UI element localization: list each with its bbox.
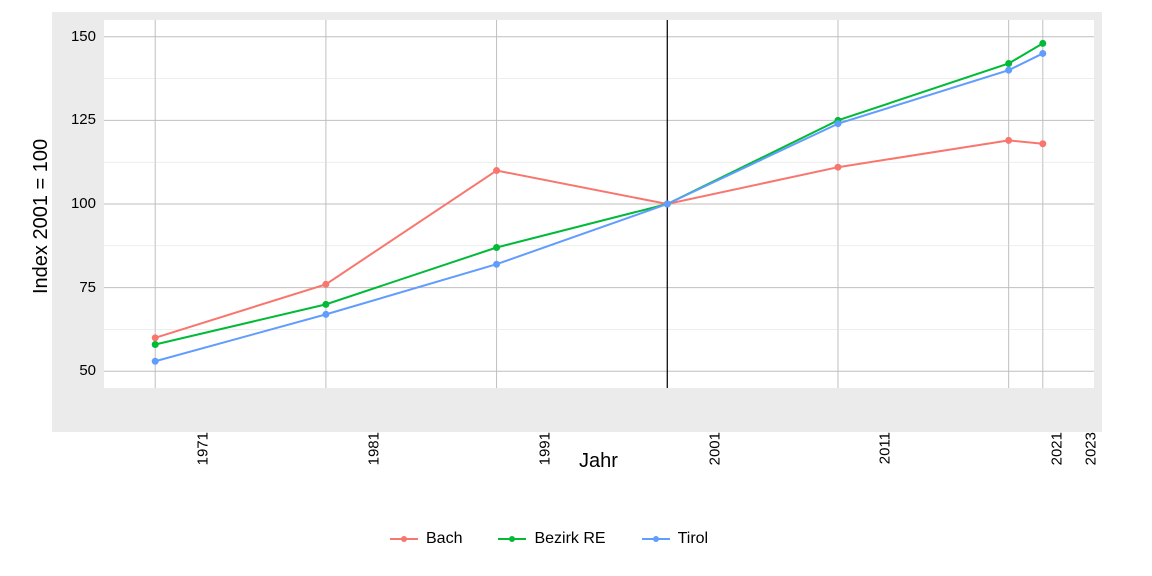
series-point — [664, 201, 670, 207]
series-point — [494, 261, 500, 267]
x-tick-label: 2001 — [707, 432, 724, 465]
series-point — [152, 335, 158, 341]
series-point — [152, 358, 158, 364]
series-point — [1006, 67, 1012, 73]
legend-swatch-icon — [390, 532, 418, 546]
series-point — [323, 311, 329, 317]
legend-swatch-icon — [642, 532, 670, 546]
series-point — [1040, 50, 1046, 56]
line-chart: Index 2001 = 100 Jahr Bach Bezirk RE Tirol… — [0, 0, 1152, 576]
legend-label: Bach — [426, 530, 462, 548]
series-point — [494, 168, 500, 174]
x-tick-label: 2011 — [876, 432, 893, 464]
series-line-bach — [155, 140, 1043, 337]
x-axis-title: Jahr — [579, 450, 618, 473]
y-tick-label: 50 — [56, 362, 96, 379]
series-point — [323, 301, 329, 307]
x-tick-label: 2023 — [1082, 432, 1099, 465]
series-point — [323, 281, 329, 287]
y-tick-label: 75 — [56, 279, 96, 296]
x-tick-label: 1971 — [195, 432, 212, 465]
y-tick-label: 150 — [56, 28, 96, 45]
legend-label: Bezirk RE — [534, 530, 605, 548]
legend-swatch-icon — [498, 532, 526, 546]
series-point — [835, 164, 841, 170]
legend-item-tirol: Tirol — [642, 530, 709, 548]
series-point — [1040, 40, 1046, 46]
y-tick-label: 125 — [56, 111, 96, 128]
series-point — [494, 244, 500, 250]
series-line-bezirk-re — [155, 43, 1043, 344]
legend-label: Tirol — [678, 530, 709, 548]
y-tick-label: 100 — [56, 195, 96, 212]
series-line-tirol — [155, 53, 1043, 361]
x-tick-label: 2021 — [1048, 432, 1065, 465]
series-point — [152, 342, 158, 348]
legend-item-bach: Bach — [390, 530, 462, 548]
plot-svg — [0, 0, 1152, 576]
series-point — [1006, 60, 1012, 66]
x-tick-label: 1991 — [536, 432, 553, 465]
legend-item-bezirk-re: Bezirk RE — [498, 530, 605, 548]
legend: Bach Bezirk RE Tirol — [390, 530, 708, 548]
y-axis-title: Index 2001 = 100 — [30, 139, 53, 294]
x-tick-label: 1981 — [365, 432, 382, 465]
series-point — [835, 121, 841, 127]
series-point — [1040, 141, 1046, 147]
series-point — [1006, 137, 1012, 143]
